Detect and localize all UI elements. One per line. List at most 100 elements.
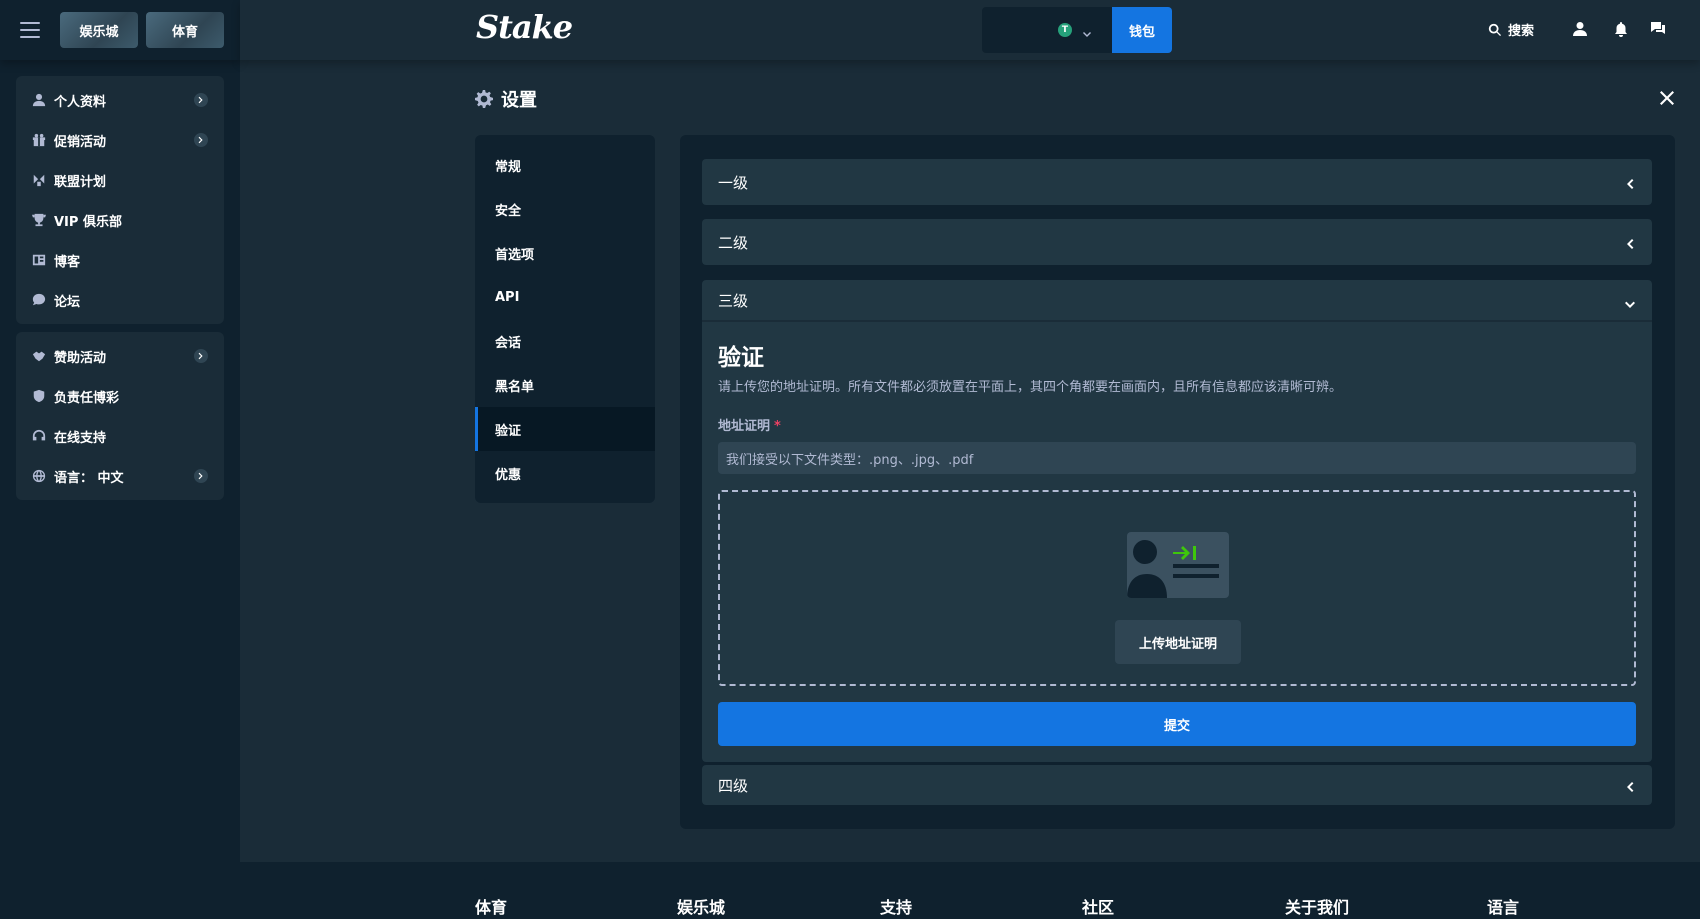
notification-bell-icon[interactable]	[1613, 21, 1629, 37]
user-account-icon[interactable]	[1572, 21, 1588, 37]
accordion-level-1[interactable]: 一级	[702, 159, 1652, 205]
footer: 体育 娱乐城 支持 社区 关于我们 语言	[240, 862, 1700, 919]
sidebar-item-forum[interactable]: 论坛	[16, 280, 224, 320]
settings-nav-sessions[interactable]: 会话	[475, 319, 655, 363]
gear-icon	[475, 90, 493, 108]
stake-logo[interactable]: Stake	[476, 8, 573, 46]
footer-heading-community: 社区	[1082, 898, 1115, 917]
sidebar: 娱乐城 体育 个人资料 促销活动 联盟计划 VIP 俱乐部 博客 论坛 赞助活动…	[0, 0, 240, 919]
sidebar-group-main: 个人资料 促销活动 联盟计划 VIP 俱乐部 博客 论坛	[16, 76, 224, 324]
accordion-header[interactable]: 三级	[702, 280, 1652, 322]
sidebar-item-responsible-gambling[interactable]: 负责任博彩	[16, 376, 224, 416]
settings-nav-offers[interactable]: 优惠	[475, 451, 655, 495]
sidebar-item-live-support[interactable]: 在线支持	[16, 416, 224, 456]
field-label: 地址证明 *	[718, 415, 1636, 434]
affiliate-icon	[32, 173, 46, 187]
sidebar-top: 娱乐城 体育	[0, 0, 240, 60]
file-type-field: 我们接受以下文件类型：.png、.jpg、.pdf	[718, 442, 1636, 474]
sidebar-item-vip-club[interactable]: VIP 俱乐部	[16, 200, 224, 240]
upload-proof-button[interactable]: 上传地址证明	[1115, 620, 1241, 664]
accordion-level-4[interactable]: 四级	[702, 765, 1652, 805]
chevron-left-icon	[1624, 779, 1636, 792]
tab-casino[interactable]: 娱乐城	[60, 12, 138, 48]
chevron-right-icon[interactable]	[194, 349, 208, 363]
shield-icon	[32, 389, 46, 403]
settings-nav-api[interactable]: API	[475, 275, 655, 319]
search-icon	[1488, 23, 1502, 36]
chevron-right-icon[interactable]	[194, 469, 208, 483]
accordion-title: 二级	[718, 233, 749, 252]
accordion-title: 三级	[718, 291, 749, 310]
footer-heading-language: 语言	[1487, 898, 1520, 917]
verification-title: 验证	[718, 345, 764, 371]
wallet-button[interactable]: 钱包	[1112, 7, 1172, 53]
sidebar-item-promotions[interactable]: 促销活动	[16, 120, 224, 160]
chevron-down-icon	[1624, 297, 1636, 309]
sidebar-item-label: VIP 俱乐部	[54, 214, 122, 230]
sidebar-item-profile[interactable]: 个人资料	[16, 80, 224, 120]
accordion-header[interactable]: 一级	[702, 159, 1652, 205]
user-icon	[32, 93, 46, 107]
chevron-right-icon[interactable]	[194, 93, 208, 107]
settings-nav-preferences[interactable]: 首选项	[475, 231, 655, 275]
sidebar-item-label: 联盟计划	[54, 174, 107, 190]
sidebar-item-label: 论坛	[54, 294, 81, 310]
sidebar-item-label: 负责任博彩	[54, 390, 120, 406]
accordion-header[interactable]: 二级	[702, 219, 1652, 265]
tether-coin-icon: T	[1058, 23, 1072, 37]
accordion-title: 四级	[718, 776, 749, 795]
footer-heading-sports: 体育	[475, 898, 508, 917]
headset-icon	[32, 429, 46, 443]
sidebar-item-affiliate[interactable]: 联盟计划	[16, 160, 224, 200]
accordion-title: 一级	[718, 173, 749, 192]
required-mark: *	[774, 419, 781, 434]
submit-button[interactable]: 提交	[718, 702, 1636, 746]
sidebar-item-label: 赞助活动	[54, 350, 107, 366]
trophy-icon	[32, 213, 46, 227]
sidebar-item-label: 在线支持	[54, 430, 107, 446]
search-button[interactable]: 搜索	[1488, 20, 1534, 39]
blog-icon	[32, 253, 46, 267]
globe-icon	[32, 469, 46, 483]
footer-heading-about-us: 关于我们	[1285, 898, 1350, 917]
hamburger-menu-icon[interactable]	[20, 22, 40, 38]
settings-nav-verify[interactable]: 验证	[475, 407, 655, 451]
sidebar-item-blog[interactable]: 博客	[16, 240, 224, 280]
sidebar-item-label: 促销活动	[54, 134, 107, 150]
sidebar-item-sponsorships[interactable]: 赞助活动	[16, 336, 224, 376]
sidebar-item-label: 语言： 中文	[54, 470, 124, 486]
settings-nav-ignored-users[interactable]: 黑名单	[475, 363, 655, 407]
footer-heading-support: 支持	[880, 898, 913, 917]
footer-heading-casino: 娱乐城	[677, 898, 726, 917]
forum-icon	[32, 293, 46, 307]
tab-sports[interactable]: 体育	[146, 12, 224, 48]
settings-nav-security[interactable]: 安全	[475, 187, 655, 231]
search-label: 搜索	[1508, 24, 1535, 39]
settings-nav: 常规 安全 首选项 API 会话 黑名单 验证 优惠	[475, 135, 655, 503]
id-card-icon	[1127, 532, 1229, 598]
close-icon[interactable]	[1660, 90, 1674, 105]
balance-selector[interactable]: T	[982, 7, 1112, 53]
chevron-right-icon[interactable]	[194, 133, 208, 147]
upload-dropzone[interactable]: 上传地址证明	[718, 490, 1636, 686]
chevron-left-icon	[1624, 176, 1636, 189]
settings-title-text: 设置	[501, 90, 537, 111]
accordion-body: 验证 请上传您的地址证明。所有文件都必须放置在平面上，其四个角都要在画面内，且所…	[702, 322, 1652, 762]
sidebar-item-label: 博客	[54, 254, 81, 270]
accordion-level-2[interactable]: 二级	[702, 219, 1652, 265]
top-header: Stake T 钱包 搜索	[240, 0, 1700, 60]
accordion-level-3: 三级 验证 请上传您的地址证明。所有文件都必须放置在平面上，其四个角都要在画面内…	[702, 280, 1652, 762]
chat-icon[interactable]	[1650, 21, 1666, 37]
gift-icon	[32, 133, 46, 147]
sidebar-item-label: 个人资料	[54, 94, 107, 110]
field-label-text: 地址证明	[718, 419, 771, 434]
sidebar-item-language[interactable]: 语言： 中文	[16, 456, 224, 496]
verification-description: 请上传您的地址证明。所有文件都必须放置在平面上，其四个角都要在画面内，且所有信息…	[718, 380, 1343, 395]
accordion-header[interactable]: 四级	[702, 765, 1652, 805]
sidebar-group-secondary: 赞助活动 负责任博彩 在线支持 语言： 中文	[16, 332, 224, 500]
settings-nav-general[interactable]: 常规	[475, 143, 655, 187]
verification-panel: 一级 二级 三级 验证 请上传您的地址证明。所有文件都必须放置在平面上，其四个角…	[680, 135, 1675, 829]
chevron-left-icon	[1624, 236, 1636, 249]
chevron-down-icon	[1082, 25, 1092, 37]
handshake-icon	[32, 349, 46, 363]
